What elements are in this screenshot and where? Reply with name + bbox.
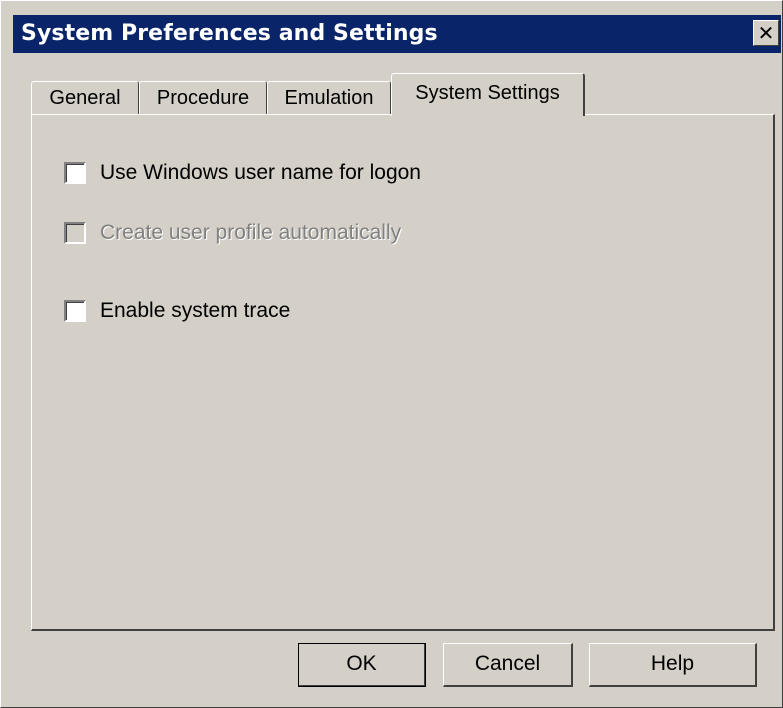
tab-strip: General Procedure Emulation System Setti… (31, 73, 751, 116)
tab-procedure[interactable]: Procedure (139, 81, 267, 115)
option-system-trace[interactable]: Enable system trace (64, 298, 290, 324)
tab-label: System Settings (415, 82, 560, 104)
dialog-window: System Preferences and Settings ✕ Genera… (0, 0, 783, 708)
option-create-profile: Create user profile automatically (64, 220, 401, 246)
cancel-button[interactable]: Cancel (443, 643, 573, 687)
windows-logon-label[interactable]: Use Windows user name for logon (100, 161, 421, 185)
tab-panel: Use Windows user name for logon Create u… (31, 114, 775, 631)
tab-label: Procedure (156, 87, 250, 109)
title-bar[interactable]: System Preferences and Settings ✕ (13, 15, 781, 53)
tab-emulation[interactable]: Emulation (267, 81, 391, 115)
ok-button[interactable]: OK (298, 643, 426, 687)
option-windows-logon[interactable]: Use Windows user name for logon (64, 160, 421, 186)
close-button[interactable]: ✕ (753, 20, 779, 46)
tab-label: General (49, 87, 121, 109)
create-profile-checkbox (64, 222, 86, 244)
system-trace-checkbox[interactable] (64, 300, 86, 322)
close-icon: ✕ (757, 21, 775, 45)
system-trace-label[interactable]: Enable system trace (100, 299, 290, 323)
tab-general[interactable]: General (31, 81, 139, 115)
create-profile-label: Create user profile automatically (100, 221, 402, 244)
help-button[interactable]: Help (589, 643, 757, 687)
window-title: System Preferences and Settings (21, 21, 438, 46)
tab-label: Emulation (284, 87, 374, 109)
windows-logon-checkbox[interactable] (64, 162, 86, 184)
tab-system-settings[interactable]: System Settings (391, 73, 585, 116)
